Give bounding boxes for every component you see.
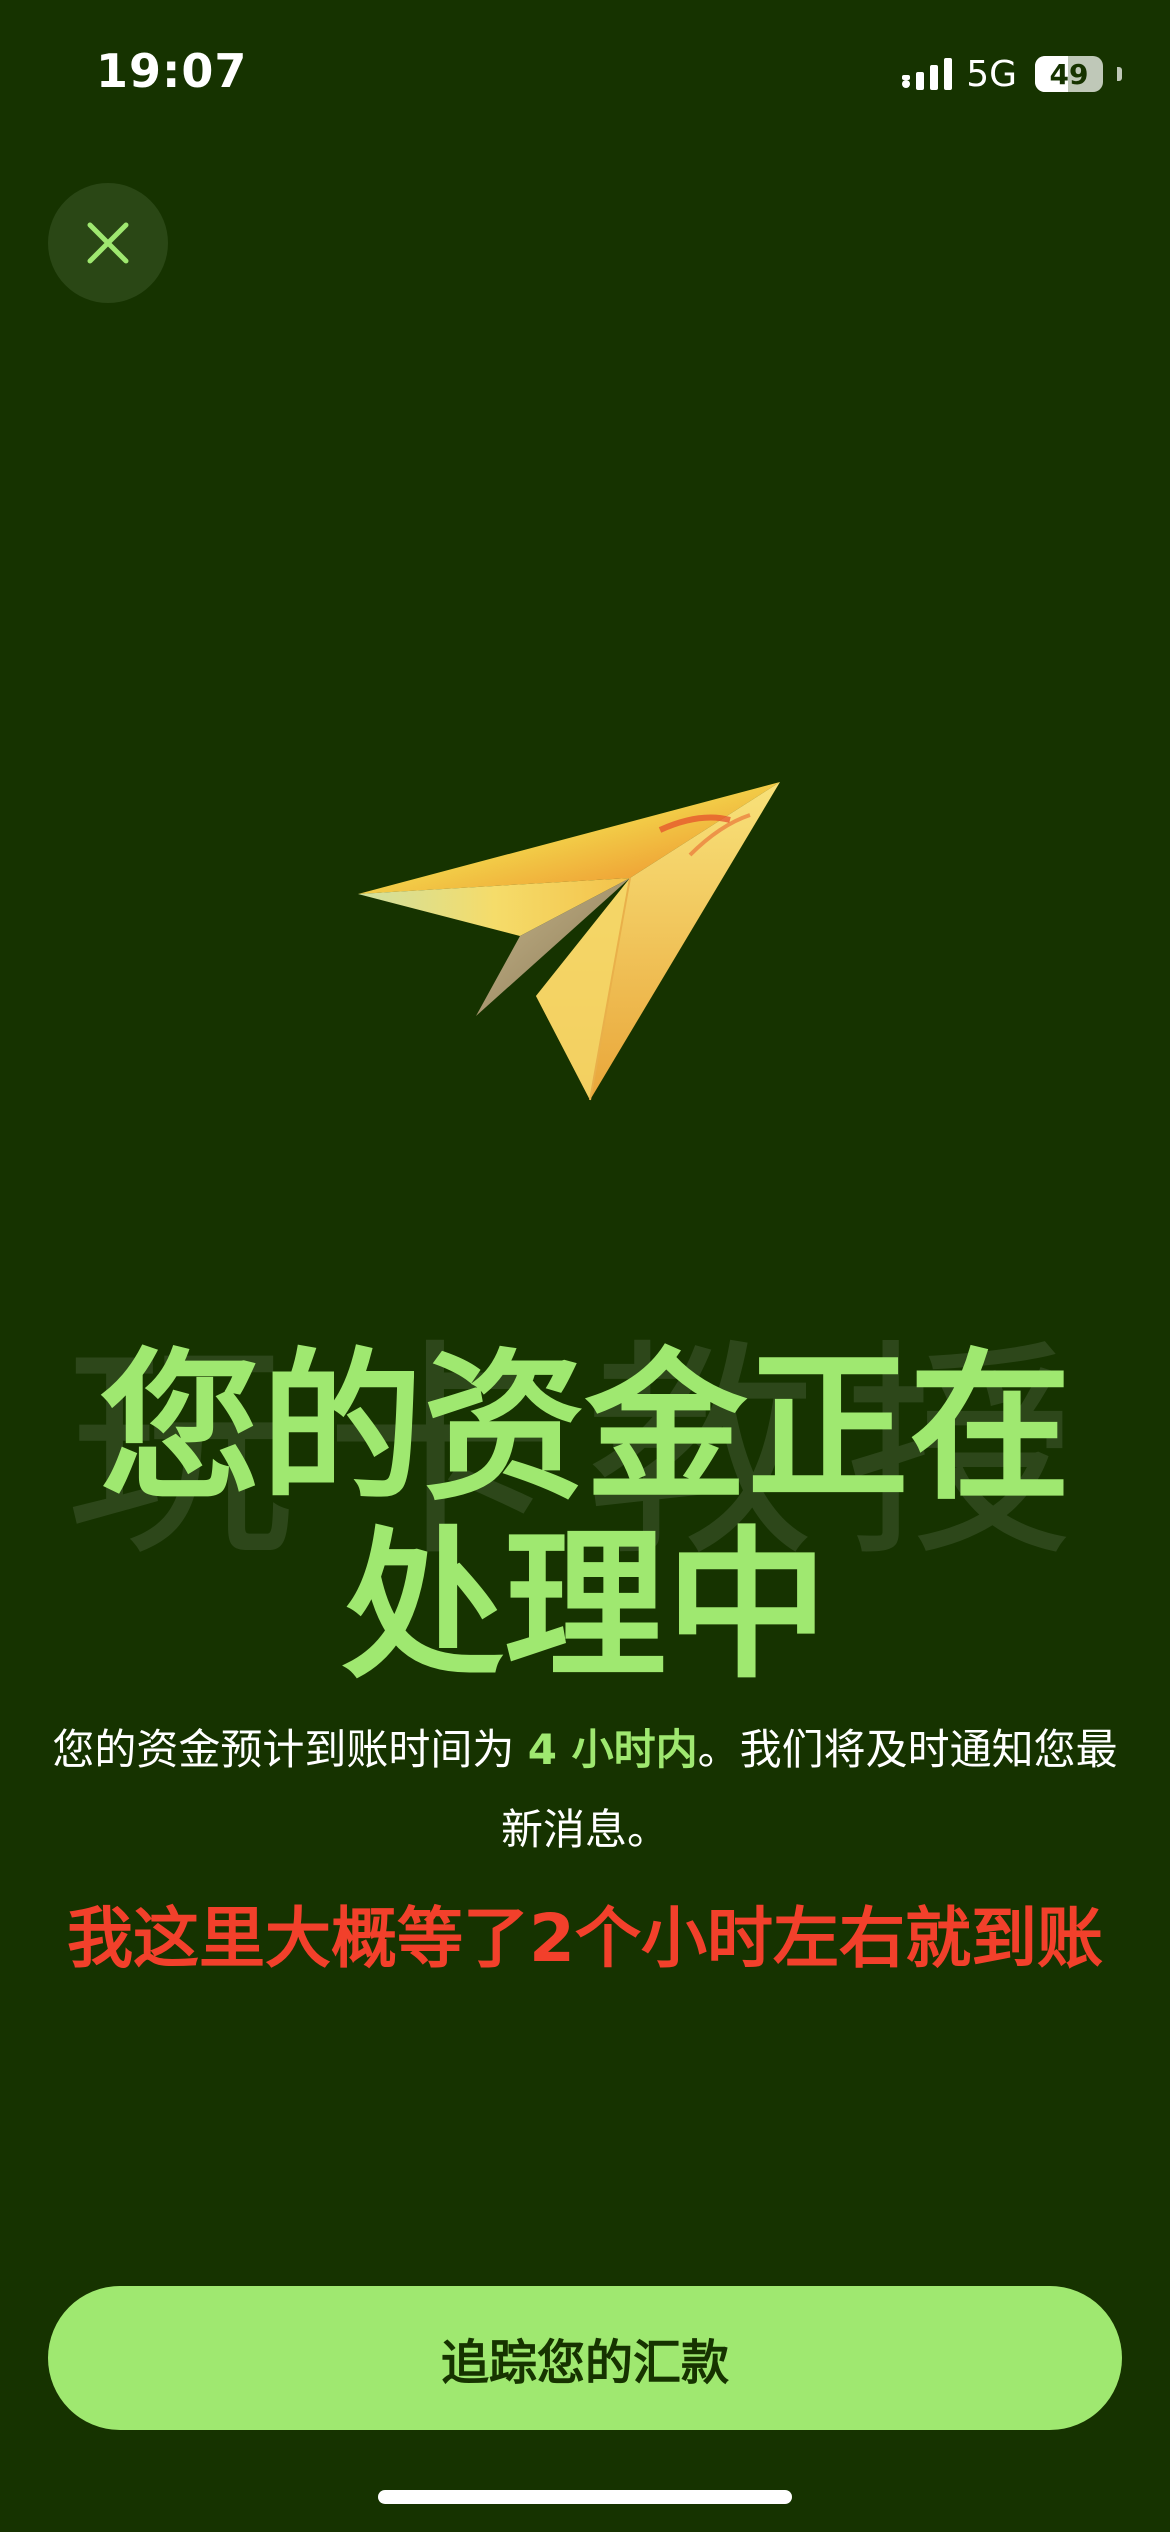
close-button[interactable] bbox=[48, 183, 168, 303]
status-bar: 19:07 5G 49 bbox=[0, 0, 1170, 140]
annotation-text: 我这里大概等了2个小时左右就到账 bbox=[67, 1900, 1103, 1977]
track-transfer-button[interactable]: 追踪您的汇款 bbox=[48, 2286, 1122, 2430]
arrival-time-highlight: 4 小时内 bbox=[527, 1725, 698, 1774]
close-icon bbox=[87, 222, 129, 264]
status-indicators: 5G 49 bbox=[902, 52, 1122, 96]
status-time: 19:07 bbox=[96, 44, 248, 98]
battery-icon: 49 bbox=[1035, 56, 1103, 92]
description: 您的资金预计到账时间为 4 小时内。我们将及时通知您最新消息。 bbox=[50, 1710, 1120, 1870]
paper-plane-icon bbox=[358, 782, 780, 1101]
network-type: 5G bbox=[966, 53, 1017, 95]
title-line-1: 您的资金正在 bbox=[99, 1335, 1071, 1523]
title-line-2: 处理中 bbox=[342, 1513, 828, 1701]
description-prefix: 您的资金预计到账时间为 bbox=[52, 1725, 528, 1774]
page-title: 您的资金正在 处理中 bbox=[60, 1340, 1110, 1696]
home-indicator[interactable] bbox=[378, 2490, 792, 2504]
cellular-signal-icon bbox=[902, 58, 953, 90]
battery-cap bbox=[1117, 67, 1122, 81]
battery-percentage: 49 bbox=[1049, 57, 1089, 91]
